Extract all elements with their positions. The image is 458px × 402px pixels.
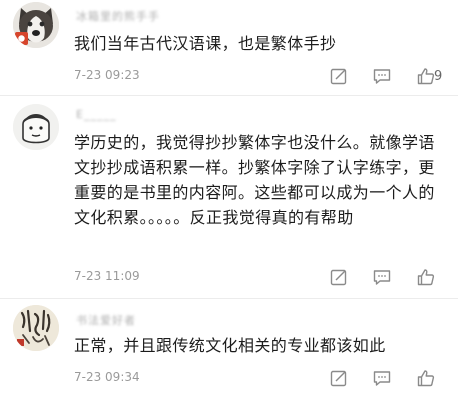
- comment-icon[interactable]: [372, 368, 394, 388]
- like-icon[interactable]: [416, 368, 452, 388]
- divider: [0, 298, 458, 299]
- like-count: 9: [434, 69, 443, 84]
- like-icon[interactable]: 9: [416, 66, 452, 86]
- divider: [0, 95, 458, 96]
- comment-text: 我们当年古代汉语课，也是繁体手抄: [74, 34, 337, 53]
- comment-username[interactable]: E_____: [76, 108, 116, 121]
- comment-icon[interactable]: [372, 267, 394, 287]
- comment-text: 学历史的，我觉得抄抄繁体字也没什么。就像学语文抄抄成语积累一样。抄繁体字除了认字…: [74, 133, 435, 227]
- husky-dog-avatar[interactable]: [13, 2, 59, 48]
- comment-text: 正常，并且跟传统文化相关的专业都该如此: [74, 336, 386, 355]
- like-icon[interactable]: [416, 267, 452, 287]
- edit-icon[interactable]: [329, 368, 351, 388]
- edit-icon[interactable]: [329, 66, 351, 86]
- calligraphy-avatar[interactable]: [13, 305, 59, 351]
- comment-username[interactable]: 冰箱里的熊手手: [76, 8, 160, 24]
- comment-time: 7-23 11:09: [74, 269, 140, 283]
- comment-icon[interactable]: [372, 66, 394, 86]
- comment-meta: 7-23 09:34: [74, 368, 450, 390]
- comment-meta: 7-23 11:09: [74, 267, 450, 289]
- comment-meta: 7-23 09:23 9: [74, 66, 450, 88]
- edit-icon[interactable]: [329, 267, 351, 287]
- comment-time: 7-23 09:23: [74, 68, 140, 82]
- cartoon-face-avatar[interactable]: [13, 104, 59, 150]
- comment-time: 7-23 09:34: [74, 370, 140, 384]
- comment-username[interactable]: 书法爱好者: [76, 312, 136, 328]
